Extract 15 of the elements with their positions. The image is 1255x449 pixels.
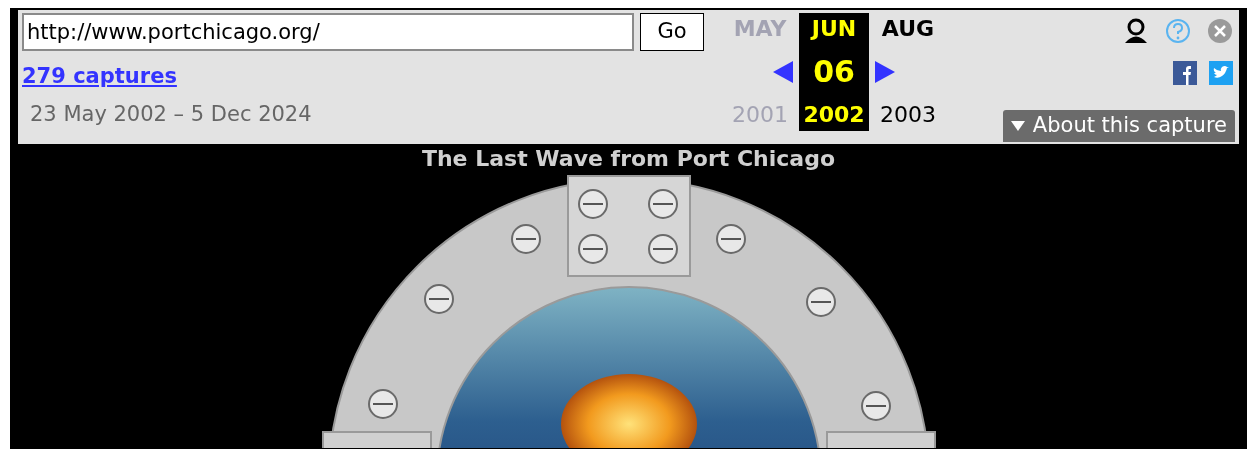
url-field[interactable]: http://www.portchicago.org/ [22, 13, 634, 51]
page-title: The Last Wave from Port Chicago [421, 146, 836, 172]
month-link[interactable]: AUG [881, 15, 935, 43]
twitter-icon[interactable] [1209, 61, 1233, 85]
person-icon[interactable] [1123, 18, 1149, 44]
caret-icon [1010, 121, 1025, 131]
year-link[interactable]: 2003 [880, 101, 936, 129]
go-button[interactable]: Go [640, 13, 704, 51]
facebook-icon[interactable] [1173, 61, 1197, 85]
close-icon[interactable] [1207, 18, 1233, 44]
about-capture-button[interactable]: About this capture [1002, 110, 1235, 142]
day-label: 06 [813, 54, 855, 90]
date-range-label: 23 May 2002 – 5 Dec 2024 [30, 100, 312, 128]
next-arrow-icon[interactable] [875, 61, 895, 83]
captures-link[interactable]: 279 captures [22, 61, 177, 93]
